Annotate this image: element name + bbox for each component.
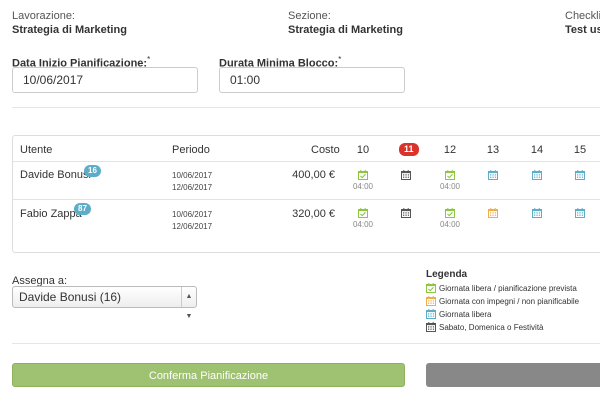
day-header-today: 11 xyxy=(399,143,419,156)
confirm-planning-button[interactable]: Conferma Pianificazione xyxy=(12,363,405,387)
user-name: Davide Bonusi xyxy=(20,169,91,181)
calendar-check-icon xyxy=(358,208,368,218)
sezione-label: Sezione: xyxy=(288,10,331,22)
calendar-icon xyxy=(426,309,436,319)
sezione-value: Strategia di Marketing xyxy=(288,24,403,36)
header-utente: Utente xyxy=(20,144,53,156)
period-start: 10/06/2017 xyxy=(172,210,213,219)
row-divider xyxy=(13,161,600,162)
calendar-icon xyxy=(532,208,542,218)
cell-time: 04:00 xyxy=(439,220,461,229)
assign-selected-value: Davide Bonusi (16) xyxy=(19,290,122,304)
legend-item-label: Giornata libera / pianificazione previst… xyxy=(439,284,577,293)
planning-table: Utente Periodo Costo 10 11 12 13 14 15 Davide… xyxy=(12,135,600,253)
calendar-icon xyxy=(532,170,542,180)
legend-item-label: Giornata libera xyxy=(439,310,492,319)
day-header: 10 xyxy=(356,144,370,156)
cell-time: 04:00 xyxy=(352,220,374,229)
row-cost: 320,00 € xyxy=(292,208,335,220)
checklist-label: Checklis xyxy=(565,10,600,22)
cell-time: 04:00 xyxy=(439,182,461,191)
row-divider xyxy=(13,199,600,200)
calendar-icon xyxy=(426,322,436,332)
lavorazione-value: Strategia di Marketing xyxy=(12,24,127,36)
legend-item-label: Giornata con impegni / non pianificabile xyxy=(439,297,580,306)
cell-time: 04:00 xyxy=(352,182,374,191)
calendar-check-icon xyxy=(445,208,455,218)
calendar-check-icon xyxy=(358,170,368,180)
period-end: 12/06/2017 xyxy=(172,183,213,192)
user-name: Fabio Zappa xyxy=(20,208,82,220)
calendar-icon xyxy=(488,170,498,180)
data-inizio-input[interactable]: 10/06/2017 xyxy=(12,67,198,93)
period-start: 10/06/2017 xyxy=(172,171,213,180)
lavorazione-label: Lavorazione: xyxy=(12,10,75,22)
day-header: 14 xyxy=(530,144,544,156)
divider xyxy=(12,343,600,344)
calendar-check-icon xyxy=(445,170,455,180)
calendar-icon xyxy=(401,170,411,180)
calendar-check-icon xyxy=(426,283,436,293)
day-header: 15 xyxy=(573,144,587,156)
calendar-icon xyxy=(575,170,585,180)
header-periodo: Periodo xyxy=(172,144,210,156)
secondary-button[interactable] xyxy=(426,363,600,387)
legend-item-label: Sabato, Domenica o Festività xyxy=(439,323,544,332)
period-end: 12/06/2017 xyxy=(172,222,213,231)
divider xyxy=(12,107,600,108)
header-costo: Costo xyxy=(311,144,340,156)
checklist-value: Test use xyxy=(565,24,600,36)
assign-select[interactable]: Davide Bonusi (16) ▲ ▼ xyxy=(12,286,197,320)
select-arrow-icon[interactable]: ▲ ▼ xyxy=(181,287,196,320)
required-mark: * xyxy=(147,55,151,64)
required-mark: * xyxy=(338,55,342,64)
calendar-icon xyxy=(575,208,585,218)
day-header: 13 xyxy=(486,144,500,156)
row-cost: 400,00 € xyxy=(292,169,335,181)
calendar-icon xyxy=(401,208,411,218)
user-badge: 87 xyxy=(74,203,91,215)
legend-title: Legenda xyxy=(426,269,468,280)
durata-input[interactable]: 01:00 xyxy=(219,67,405,93)
calendar-icon xyxy=(426,296,436,306)
user-badge: 16 xyxy=(84,165,101,177)
calendar-icon xyxy=(488,208,498,218)
day-header: 12 xyxy=(443,144,457,156)
